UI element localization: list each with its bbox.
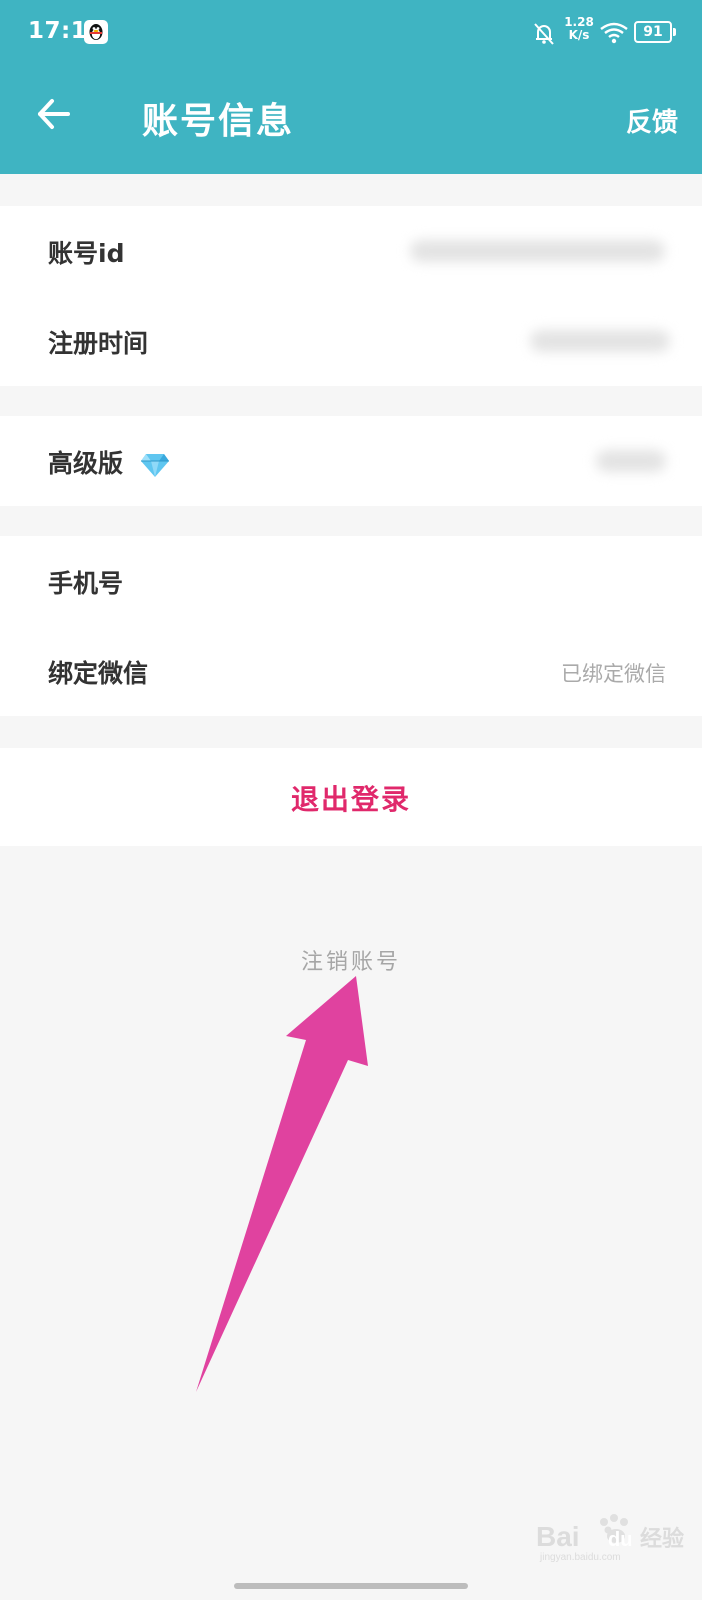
premium-group: 高级版 [0, 416, 702, 506]
cancel-account-link[interactable]: 注销账号 [0, 944, 702, 976]
account-info-group: 账号id 注册时间 [0, 206, 702, 386]
bell-off-icon [534, 23, 554, 45]
network-speed: 1.28 K/s [564, 15, 594, 42]
phone-label: 手机号 [48, 569, 124, 598]
account-id-row: 账号id [0, 206, 702, 296]
nav-bar: 账号信息 反馈 [0, 64, 702, 174]
diamond-icon [140, 454, 169, 477]
account-id-value-blurred [410, 240, 665, 262]
svg-text:Bai: Bai [536, 1521, 580, 1552]
register-time-row: 注册时间 [0, 296, 702, 386]
logout-label: 退出登录 [290, 783, 411, 816]
home-indicator[interactable] [234, 1583, 468, 1589]
svg-text:du: du [608, 1529, 632, 1551]
page-title: 账号信息 [142, 101, 295, 142]
qq-icon [84, 20, 108, 44]
feedback-button[interactable]: 反馈 [626, 102, 678, 139]
svg-text:jingyan.baidu.com: jingyan.baidu.com [539, 1552, 621, 1562]
app-header: 17:16 1.28 K/s 91 账号信息 反馈 [0, 0, 702, 174]
status-bar: 17:16 1.28 K/s 91 [0, 0, 702, 64]
svg-text:经验: 经验 [640, 1526, 684, 1552]
premium-row[interactable]: 高级版 [0, 416, 702, 506]
logout-button[interactable]: 退出登录 [0, 748, 702, 846]
binding-group: 手机号 绑定微信 已绑定微信 [0, 536, 702, 716]
wechat-status: 已绑定微信 [561, 662, 666, 686]
wifi-icon [600, 22, 628, 44]
wechat-row[interactable]: 绑定微信 已绑定微信 [0, 626, 702, 716]
premium-label: 高级版 [48, 444, 170, 480]
register-time-value-blurred [530, 330, 670, 352]
back-arrow-icon[interactable] [34, 94, 74, 134]
baidu-paw-logo: Bai du 经验 jingyan.baidu.com [536, 1514, 684, 1563]
baidu-watermark: Bai du 经验 jingyan.baidu.com [536, 1512, 702, 1563]
phone-row[interactable]: 手机号 [0, 536, 702, 626]
premium-value-blurred [596, 450, 666, 472]
register-time-label: 注册时间 [48, 329, 149, 358]
wechat-label: 绑定微信 [48, 659, 149, 688]
account-id-label: 账号id [48, 239, 125, 268]
battery-icon: 91 [634, 21, 676, 43]
